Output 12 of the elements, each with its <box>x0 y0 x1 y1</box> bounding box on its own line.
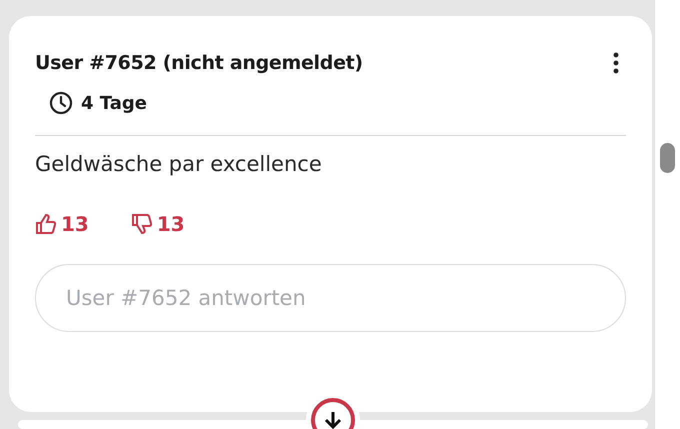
clock-icon <box>49 91 73 115</box>
more-options-icon[interactable] <box>613 52 619 74</box>
like-button[interactable]: 13 <box>35 212 89 236</box>
thumbs-up-icon <box>35 213 57 235</box>
author-name: User #7652 (nicht angemeldet) <box>35 52 363 74</box>
arrow-down-icon <box>322 409 344 429</box>
comment-age: 4 Tage <box>81 92 147 114</box>
dislike-button[interactable]: 13 <box>130 212 185 236</box>
scrollbar-thumb[interactable] <box>660 143 675 173</box>
reply-field[interactable]: User #7652 antworten <box>35 264 626 332</box>
thumbs-down-icon <box>130 213 153 235</box>
comment-text: Geldwäsche par excellence <box>35 152 323 176</box>
